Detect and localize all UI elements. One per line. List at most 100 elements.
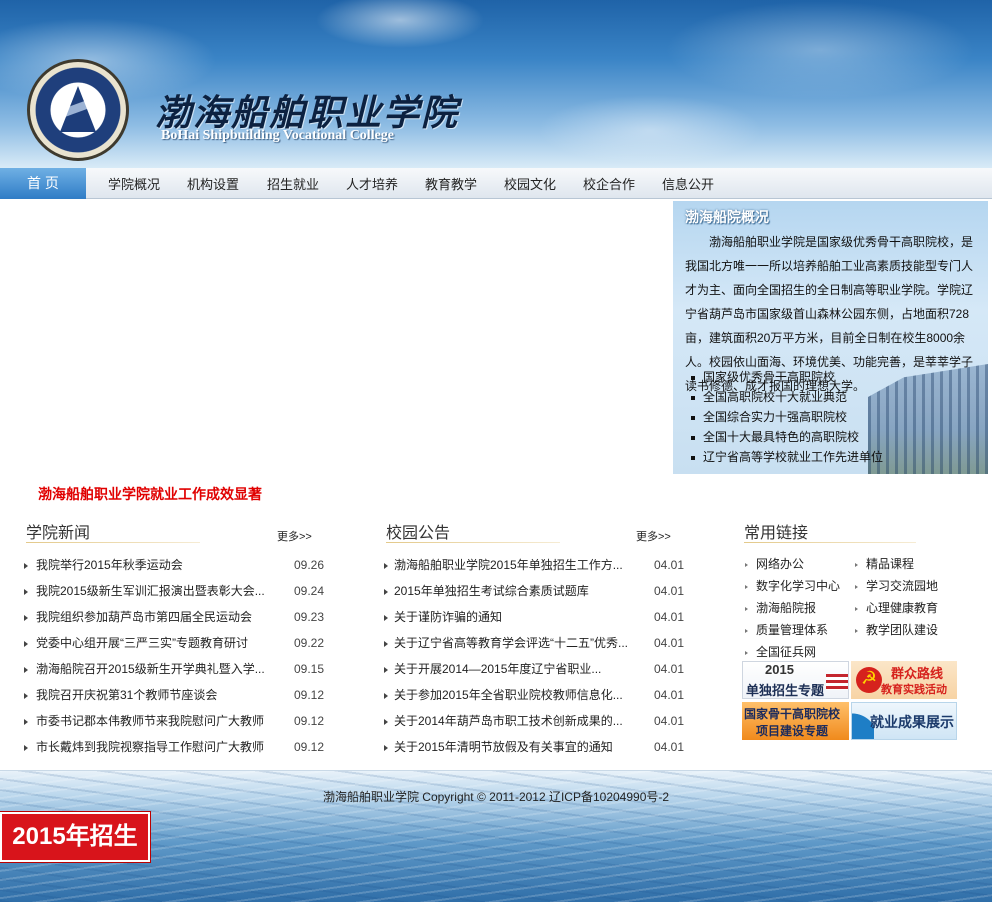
list-item: 全国高职院校十大就业典范	[691, 387, 883, 407]
admissions-2015-banner[interactable]: 2015 单独招生专题	[742, 661, 849, 699]
list-item[interactable]: 我院组织参加葫芦岛市第四届全民运动会 09.23	[24, 604, 324, 630]
divider	[386, 542, 560, 543]
triangle-bullet-icon	[855, 606, 858, 611]
news-title[interactable]: 渤海船院召开2015级新生开学典礼暨入学...	[36, 656, 265, 682]
triangle-bullet-icon	[745, 606, 748, 611]
nav-home[interactable]: 首 页	[0, 168, 86, 199]
site-footer: 渤海船舶职业学院 Copyright © 2011-2012 辽ICP备1020…	[0, 770, 992, 902]
nav-item-culture[interactable]: 校园文化	[504, 168, 556, 199]
notice-date: 04.01	[654, 584, 685, 598]
news-date: 09.22	[294, 636, 325, 650]
news-more-link[interactable]: 更多>>	[277, 528, 312, 544]
list-item[interactable]: 渤海船院召开2015级新生开学典礼暨入学... 09.15	[24, 656, 324, 682]
link-item[interactable]: 学习交流园地	[855, 577, 938, 594]
mass-line-banner[interactable]: 群众路线 教育实践活动	[851, 661, 957, 699]
news-title[interactable]: 市委书记郡本伟教师节来我院慰问广大教师	[36, 708, 264, 734]
flag-icon	[826, 674, 848, 690]
list-item: 辽宁省高等学校就业工作先进单位	[691, 447, 883, 467]
notice-title[interactable]: 关于辽宁省高等教育学会评选“十二五”优秀...	[394, 630, 628, 656]
headline-link[interactable]: 渤海船舶职业学院就业工作成效显著	[38, 484, 262, 504]
triangle-bullet-icon	[384, 563, 388, 569]
notices-list: 渤海船舶职业学院2015年单独招生工作方... 04.01 2015年单独招生考试…	[384, 552, 689, 760]
news-section-title: 学院新闻	[26, 525, 91, 542]
list-item[interactable]: 2015年单独招生考试综合素质试题库 04.01	[384, 578, 689, 604]
news-title[interactable]: 我院组织参加葫芦岛市第四届全民运动会	[36, 604, 252, 630]
list-item[interactable]: 关于谨防诈骗的通知 04.01	[384, 604, 689, 630]
list-item[interactable]: 我院举行2015年秋季运动会 09.26	[24, 552, 324, 578]
triangle-bullet-icon	[855, 562, 858, 567]
news-date: 09.12	[294, 714, 325, 728]
triangle-bullet-icon	[745, 628, 748, 633]
list-item[interactable]: 关于开展2014—2015年度辽宁省职业... 04.01	[384, 656, 689, 682]
nav-item-disclosure[interactable]: 信息公开	[662, 168, 714, 199]
news-list: 我院举行2015年秋季运动会 09.26 我院2015级新生军训汇报演出暨表彰大会…	[24, 552, 324, 760]
link-item[interactable]: 教学团队建设	[855, 621, 938, 638]
list-item[interactable]: 渤海船舶职业学院2015年单独招生工作方... 04.01	[384, 552, 689, 578]
nav-item-admissions[interactable]: 招生就业	[267, 168, 319, 199]
site-title-en: BoHai Shipbuilding Vocational College	[161, 128, 395, 143]
triangle-bullet-icon	[384, 693, 388, 699]
party-emblem-icon	[856, 667, 882, 693]
nav-item-education[interactable]: 教育教学	[425, 168, 477, 199]
divider	[744, 542, 916, 543]
triangle-bullet-icon	[24, 719, 28, 725]
link-item[interactable]: 全国征兵网	[745, 643, 816, 660]
list-item[interactable]: 市委书记郡本伟教师节来我院慰问广大教师 09.12	[24, 708, 324, 734]
list-item: 全国综合实力十强高职院校	[691, 407, 883, 427]
news-title[interactable]: 党委中心组开展“三严三实”专题教育研讨	[36, 630, 248, 656]
nav-item-cooperation[interactable]: 校企合作	[583, 168, 635, 199]
links-section-title: 常用链接	[744, 525, 809, 542]
news-title[interactable]: 我院举行2015年秋季运动会	[36, 552, 183, 578]
list-item[interactable]: 党委中心组开展“三严三实”专题教育研讨 09.22	[24, 630, 324, 656]
notice-date: 04.01	[654, 662, 685, 676]
notices-section-title: 校园公告	[386, 525, 451, 542]
news-title[interactable]: 我院召开庆祝第31个教师节座谈会	[36, 682, 217, 708]
divider	[26, 542, 200, 543]
triangle-bullet-icon	[24, 641, 28, 647]
triangle-bullet-icon	[384, 615, 388, 621]
college-seal-icon[interactable]	[27, 59, 129, 161]
notice-title[interactable]: 关于2014年葫芦岛市职工技术创新成果的...	[394, 708, 623, 734]
list-item: 全国十大最具特色的高职院校	[691, 427, 883, 447]
link-item[interactable]: 精品课程	[855, 555, 914, 572]
notice-title[interactable]: 关于2015年清明节放假及有关事宜的通知	[394, 734, 613, 760]
notice-title[interactable]: 关于谨防诈骗的通知	[394, 604, 502, 630]
triangle-bullet-icon	[745, 562, 748, 567]
employment-results-banner[interactable]: 就业成果展示	[851, 702, 957, 740]
list-item[interactable]: 市长戴炜到我院视察指导工作慰问广大教师 09.12	[24, 734, 324, 760]
notices-more-link[interactable]: 更多>>	[636, 528, 671, 544]
news-title[interactable]: 我院2015级新生军训汇报演出暨表彰大会...	[36, 578, 265, 604]
notice-date: 04.01	[654, 688, 685, 702]
nav-item-organization[interactable]: 机构设置	[187, 168, 239, 199]
news-title[interactable]: 市长戴炜到我院视察指导工作慰问广大教师	[36, 734, 264, 760]
news-date: 09.12	[294, 688, 325, 702]
list-item[interactable]: 关于辽宁省高等教育学会评选“十二五”优秀... 04.01	[384, 630, 689, 656]
divider	[0, 770, 992, 771]
link-item[interactable]: 渤海船院报	[745, 599, 816, 616]
notice-title[interactable]: 关于参加2015年全省职业院校教师信息化...	[394, 682, 623, 708]
list-item[interactable]: 我院召开庆祝第31个教师节座谈会 09.12	[24, 682, 324, 708]
link-item[interactable]: 心理健康教育	[855, 599, 938, 616]
triangle-bullet-icon	[24, 589, 28, 595]
list-item[interactable]: 关于参加2015年全省职业院校教师信息化... 04.01	[384, 682, 689, 708]
list-item[interactable]: 关于2015年清明节放假及有关事宜的通知 04.01	[384, 734, 689, 760]
notice-title[interactable]: 关于开展2014—2015年度辽宁省职业...	[394, 656, 601, 682]
link-item[interactable]: 网络办公	[745, 555, 804, 572]
list-item[interactable]: 我院2015级新生军训汇报演出暨表彰大会... 09.24	[24, 578, 324, 604]
link-item[interactable]: 质量管理体系	[745, 621, 828, 638]
notice-date: 04.01	[654, 714, 685, 728]
triangle-bullet-icon	[384, 641, 388, 647]
triangle-bullet-icon	[855, 584, 858, 589]
list-item[interactable]: 关于2014年葫芦岛市职工技术创新成果的... 04.01	[384, 708, 689, 734]
notice-title[interactable]: 2015年单独招生考试综合素质试题库	[394, 578, 589, 604]
admissions-2015-badge[interactable]: 2015年招生	[0, 812, 150, 862]
link-item[interactable]: 数字化学习中心	[745, 577, 840, 594]
list-item: 国家级优秀骨干高职院校	[691, 367, 883, 387]
triangle-bullet-icon	[384, 667, 388, 673]
notice-title[interactable]: 渤海船舶职业学院2015年单独招生工作方...	[394, 552, 623, 578]
key-college-project-banner[interactable]: 国家骨干高职院校 项目建设专题	[742, 702, 849, 740]
nav-item-about[interactable]: 学院概况	[108, 168, 160, 199]
copyright-text: 渤海船舶职业学院 Copyright © 2011-2012 辽ICP备1020…	[322, 790, 670, 804]
nav-item-talent[interactable]: 人才培养	[346, 168, 398, 199]
triangle-bullet-icon	[384, 745, 388, 751]
